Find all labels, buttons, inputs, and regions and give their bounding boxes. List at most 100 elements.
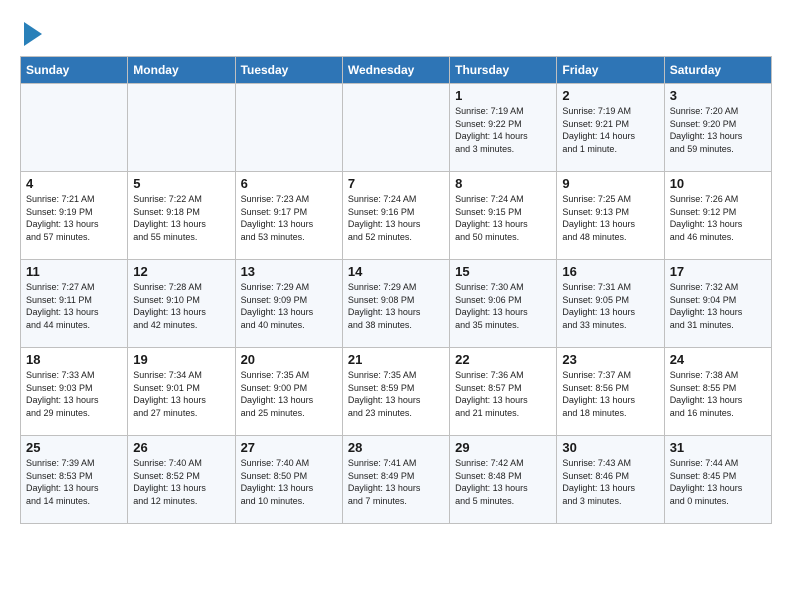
day-number: 9 <box>562 176 658 191</box>
day-info: Sunrise: 7:42 AM Sunset: 8:48 PM Dayligh… <box>455 457 551 507</box>
calendar-week-row: 4 Sunrise: 7:21 AM Sunset: 9:19 PM Daylig… <box>21 172 772 260</box>
calendar-cell: 14 Sunrise: 7:29 AM Sunset: 9:08 PM Dayli… <box>342 260 449 348</box>
day-info: Sunrise: 7:35 AM Sunset: 8:59 PM Dayligh… <box>348 369 444 419</box>
calendar-cell: 24Sunrise: 7:38 AM Sunset: 8:55 PM Dayli… <box>664 348 771 436</box>
day-number: 3 <box>670 88 766 103</box>
calendar-cell: 1 Sunrise: 7:19 AM Sunset: 9:22 PM Daylig… <box>450 84 557 172</box>
day-number: 16 <box>562 264 658 279</box>
calendar-cell <box>21 84 128 172</box>
day-info: Sunrise: 7:24 AM Sunset: 9:15 PM Dayligh… <box>455 193 551 243</box>
day-info: Sunrise: 7:29 AM Sunset: 9:08 PM Dayligh… <box>348 281 444 331</box>
col-header-monday: Monday <box>128 57 235 84</box>
calendar-cell: 15 Sunrise: 7:30 AM Sunset: 9:06 PM Dayli… <box>450 260 557 348</box>
calendar-cell: 4 Sunrise: 7:21 AM Sunset: 9:19 PM Daylig… <box>21 172 128 260</box>
calendar-cell: 26Sunrise: 7:40 AM Sunset: 8:52 PM Dayli… <box>128 436 235 524</box>
day-info: Sunrise: 7:26 AM Sunset: 9:12 PM Dayligh… <box>670 193 766 243</box>
day-number: 28 <box>348 440 444 455</box>
calendar-cell: 2 Sunrise: 7:19 AM Sunset: 9:21 PM Daylig… <box>557 84 664 172</box>
calendar-week-row: 18Sunrise: 7:33 AM Sunset: 9:03 PM Dayli… <box>21 348 772 436</box>
col-header-friday: Friday <box>557 57 664 84</box>
day-info: Sunrise: 7:29 AM Sunset: 9:09 PM Dayligh… <box>241 281 337 331</box>
calendar-cell: 19Sunrise: 7:34 AM Sunset: 9:01 PM Dayli… <box>128 348 235 436</box>
day-info: Sunrise: 7:28 AM Sunset: 9:10 PM Dayligh… <box>133 281 229 331</box>
calendar-week-row: 11 Sunrise: 7:27 AM Sunset: 9:11 PM Dayli… <box>21 260 772 348</box>
day-info: Sunrise: 7:27 AM Sunset: 9:11 PM Dayligh… <box>26 281 122 331</box>
day-number: 14 <box>348 264 444 279</box>
col-header-tuesday: Tuesday <box>235 57 342 84</box>
day-info: Sunrise: 7:36 AM Sunset: 8:57 PM Dayligh… <box>455 369 551 419</box>
day-number: 22 <box>455 352 551 367</box>
day-number: 7 <box>348 176 444 191</box>
day-number: 15 <box>455 264 551 279</box>
calendar-week-row: 25 Sunrise: 7:39 AM Sunset: 8:53 PM Dayli… <box>21 436 772 524</box>
calendar-cell: 18Sunrise: 7:33 AM Sunset: 9:03 PM Dayli… <box>21 348 128 436</box>
calendar-cell: 6 Sunrise: 7:23 AM Sunset: 9:17 PM Daylig… <box>235 172 342 260</box>
calendar-cell: 12 Sunrise: 7:28 AM Sunset: 9:10 PM Dayli… <box>128 260 235 348</box>
day-number: 10 <box>670 176 766 191</box>
day-info: Sunrise: 7:21 AM Sunset: 9:19 PM Dayligh… <box>26 193 122 243</box>
calendar-cell: 17Sunrise: 7:32 AM Sunset: 9:04 PM Dayli… <box>664 260 771 348</box>
calendar-cell: 25 Sunrise: 7:39 AM Sunset: 8:53 PM Dayli… <box>21 436 128 524</box>
day-number: 5 <box>133 176 229 191</box>
calendar-cell: 30 Sunrise: 7:43 AM Sunset: 8:46 PM Dayli… <box>557 436 664 524</box>
calendar-table: SundayMondayTuesdayWednesdayThursdayFrid… <box>20 56 772 524</box>
col-header-saturday: Saturday <box>664 57 771 84</box>
calendar-cell: 13 Sunrise: 7:29 AM Sunset: 9:09 PM Dayli… <box>235 260 342 348</box>
day-info: Sunrise: 7:23 AM Sunset: 9:17 PM Dayligh… <box>241 193 337 243</box>
calendar-cell: 7 Sunrise: 7:24 AM Sunset: 9:16 PM Daylig… <box>342 172 449 260</box>
day-info: Sunrise: 7:38 AM Sunset: 8:55 PM Dayligh… <box>670 369 766 419</box>
day-number: 4 <box>26 176 122 191</box>
day-number: 30 <box>562 440 658 455</box>
calendar-cell: 23Sunrise: 7:37 AM Sunset: 8:56 PM Dayli… <box>557 348 664 436</box>
day-number: 11 <box>26 264 122 279</box>
day-info: Sunrise: 7:31 AM Sunset: 9:05 PM Dayligh… <box>562 281 658 331</box>
calendar-cell <box>128 84 235 172</box>
day-number: 13 <box>241 264 337 279</box>
day-info: Sunrise: 7:24 AM Sunset: 9:16 PM Dayligh… <box>348 193 444 243</box>
day-number: 31 <box>670 440 766 455</box>
calendar-cell: 28 Sunrise: 7:41 AM Sunset: 8:49 PM Dayli… <box>342 436 449 524</box>
day-number: 18 <box>26 352 122 367</box>
calendar-cell: 22 Sunrise: 7:36 AM Sunset: 8:57 PM Dayli… <box>450 348 557 436</box>
day-number: 25 <box>26 440 122 455</box>
col-header-thursday: Thursday <box>450 57 557 84</box>
calendar-cell: 9 Sunrise: 7:25 AM Sunset: 9:13 PM Daylig… <box>557 172 664 260</box>
day-info: Sunrise: 7:37 AM Sunset: 8:56 PM Dayligh… <box>562 369 658 419</box>
calendar-cell: 21 Sunrise: 7:35 AM Sunset: 8:59 PM Dayli… <box>342 348 449 436</box>
calendar-cell: 3 Sunrise: 7:20 AM Sunset: 9:20 PM Daylig… <box>664 84 771 172</box>
day-info: Sunrise: 7:35 AM Sunset: 9:00 PM Dayligh… <box>241 369 337 419</box>
day-info: Sunrise: 7:30 AM Sunset: 9:06 PM Dayligh… <box>455 281 551 331</box>
day-number: 6 <box>241 176 337 191</box>
logo-arrow-icon <box>24 22 42 46</box>
calendar-cell: 10 Sunrise: 7:26 AM Sunset: 9:12 PM Dayli… <box>664 172 771 260</box>
calendar-cell <box>342 84 449 172</box>
day-number: 2 <box>562 88 658 103</box>
day-info: Sunrise: 7:19 AM Sunset: 9:21 PM Dayligh… <box>562 105 658 155</box>
day-info: Sunrise: 7:25 AM Sunset: 9:13 PM Dayligh… <box>562 193 658 243</box>
calendar-week-row: 1 Sunrise: 7:19 AM Sunset: 9:22 PM Daylig… <box>21 84 772 172</box>
day-info: Sunrise: 7:41 AM Sunset: 8:49 PM Dayligh… <box>348 457 444 507</box>
calendar-cell: 11 Sunrise: 7:27 AM Sunset: 9:11 PM Dayli… <box>21 260 128 348</box>
col-header-wednesday: Wednesday <box>342 57 449 84</box>
calendar-cell <box>235 84 342 172</box>
calendar-cell: 5Sunrise: 7:22 AM Sunset: 9:18 PM Daylig… <box>128 172 235 260</box>
day-info: Sunrise: 7:40 AM Sunset: 8:50 PM Dayligh… <box>241 457 337 507</box>
day-number: 29 <box>455 440 551 455</box>
page-header <box>20 20 772 46</box>
day-number: 12 <box>133 264 229 279</box>
day-number: 8 <box>455 176 551 191</box>
calendar-cell: 20Sunrise: 7:35 AM Sunset: 9:00 PM Dayli… <box>235 348 342 436</box>
day-number: 17 <box>670 264 766 279</box>
day-number: 1 <box>455 88 551 103</box>
day-info: Sunrise: 7:43 AM Sunset: 8:46 PM Dayligh… <box>562 457 658 507</box>
calendar-cell: 8 Sunrise: 7:24 AM Sunset: 9:15 PM Daylig… <box>450 172 557 260</box>
day-info: Sunrise: 7:20 AM Sunset: 9:20 PM Dayligh… <box>670 105 766 155</box>
day-info: Sunrise: 7:19 AM Sunset: 9:22 PM Dayligh… <box>455 105 551 155</box>
day-info: Sunrise: 7:44 AM Sunset: 8:45 PM Dayligh… <box>670 457 766 507</box>
col-header-sunday: Sunday <box>21 57 128 84</box>
day-number: 19 <box>133 352 229 367</box>
calendar-cell: 27Sunrise: 7:40 AM Sunset: 8:50 PM Dayli… <box>235 436 342 524</box>
day-info: Sunrise: 7:39 AM Sunset: 8:53 PM Dayligh… <box>26 457 122 507</box>
day-number: 21 <box>348 352 444 367</box>
day-info: Sunrise: 7:40 AM Sunset: 8:52 PM Dayligh… <box>133 457 229 507</box>
